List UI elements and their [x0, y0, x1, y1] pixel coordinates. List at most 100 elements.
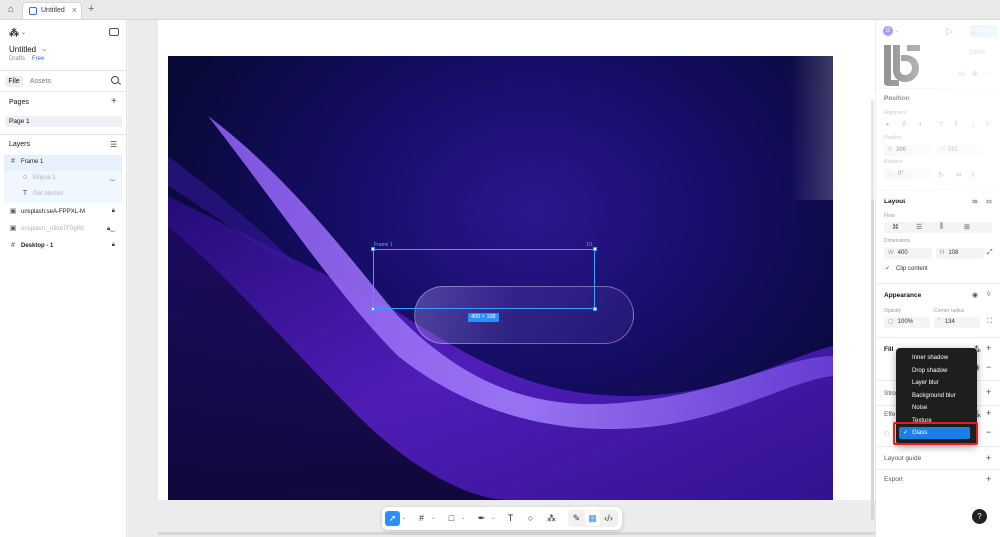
rotation-field[interactable]: ∟ 0°: [884, 169, 932, 180]
drafts-label[interactable]: Drafts: [9, 56, 25, 62]
draw-mode-icon[interactable]: ✎: [569, 511, 584, 526]
add-fill-icon[interactable]: +: [986, 344, 991, 353]
rectangle-tool-icon[interactable]: □: [444, 511, 459, 526]
layer-row[interactable]: # Frame 1: [4, 155, 122, 171]
move-tool-icon[interactable]: ➚: [385, 511, 400, 526]
add-page-icon[interactable]: +: [111, 97, 117, 107]
layer-row[interactable]: ○ Ellipse 1 ‿: [4, 171, 122, 187]
chevron-down-icon[interactable]: ⌄: [402, 515, 406, 521]
vertical-scrollbar[interactable]: [871, 100, 874, 520]
resize-handle[interactable]: [371, 307, 375, 311]
avatar[interactable]: G: [883, 26, 893, 36]
height-field[interactable]: H 108: [936, 248, 984, 259]
x-field[interactable]: X 386: [884, 145, 932, 156]
dev-mode-icon[interactable]: ‹/›: [601, 511, 616, 526]
flow-vertical-icon[interactable]: ☰: [916, 223, 922, 231]
remove-fill-icon[interactable]: −: [986, 363, 991, 372]
menu-item-background-blur[interactable]: Background blur: [896, 390, 977, 402]
chevron-down-icon[interactable]: ⌄: [895, 28, 899, 34]
selection-box[interactable]: [373, 249, 595, 309]
browser-tab[interactable]: Untitled ×: [22, 2, 82, 19]
flow-selector[interactable]: [884, 222, 992, 233]
flip-horizontal-icon[interactable]: ⇹: [956, 171, 962, 179]
chevron-down-icon[interactable]: ⌄: [21, 29, 26, 36]
new-tab-icon[interactable]: +: [88, 3, 94, 15]
align-top-icon[interactable]: ⊤: [938, 121, 944, 129]
tab-file[interactable]: File: [5, 76, 23, 87]
flow-label: Flow: [884, 213, 895, 219]
clip-content-checkbox[interactable]: ✓: [885, 266, 892, 273]
eye-icon[interactable]: ◉: [972, 291, 978, 299]
layer-row[interactable]: ▣ unsplash:_n9ze7F0gRo 🔒︎‿: [4, 222, 122, 238]
chevron-down-icon[interactable]: ⌄: [491, 515, 495, 521]
play-icon[interactable]: ▷: [946, 26, 953, 37]
flow-freeform-icon[interactable]: ⌘: [892, 223, 899, 231]
layout-grid-icon[interactable]: ⊞: [972, 197, 978, 205]
layer-row[interactable]: ▣ unsplash:seA-FPPXL-M 🔒︎: [4, 205, 122, 221]
zoom-level[interactable]: 106%: [969, 49, 986, 56]
distribute-icon[interactable]: ⦀: [986, 121, 989, 129]
panel-toggle-icon[interactable]: [109, 28, 119, 36]
resize-handle[interactable]: [593, 247, 597, 251]
design-mode-icon[interactable]: ▦: [585, 511, 600, 526]
file-name[interactable]: Untitled: [9, 45, 36, 54]
rotate-icon[interactable]: ↻: [938, 171, 944, 179]
align-middle-icon[interactable]: ⫪: [954, 121, 958, 129]
chevron-down-icon[interactable]: ⌄: [431, 515, 435, 521]
independent-corners-icon[interactable]: ⛶: [987, 318, 992, 326]
align-left-icon[interactable]: ⫦: [886, 121, 890, 129]
auto-layout-icon[interactable]: ⊟: [986, 197, 992, 205]
menu-item-inner-shadow[interactable]: Inner shadow: [896, 352, 977, 364]
lock-icon[interactable]: 🔒︎: [112, 208, 115, 215]
tab-assets[interactable]: Assets: [30, 76, 51, 87]
remove-effect-icon[interactable]: −: [986, 428, 991, 437]
component-icon[interactable]: ✥: [972, 70, 978, 78]
lock-icon[interactable]: 🔒︎: [112, 242, 115, 249]
layers-list-icon[interactable]: ☰: [110, 141, 119, 149]
chevron-down-icon[interactable]: ⌄: [42, 46, 47, 53]
actions-tool-icon[interactable]: ⁂: [544, 511, 559, 526]
figma-logo-icon[interactable]: ⁂: [9, 28, 21, 40]
layer-row[interactable]: T Get blurred: [4, 187, 122, 203]
frame-tool-icon[interactable]: #: [414, 511, 429, 526]
corner-radius-field[interactable]: ⌜ 134: [934, 317, 980, 328]
align-bottom-icon[interactable]: ⊥: [970, 121, 976, 129]
add-effect-icon[interactable]: +: [986, 409, 991, 418]
align-center-h-icon[interactable]: ⫩: [902, 121, 906, 129]
share-button[interactable]: Share: [970, 25, 998, 37]
comment-tool-icon[interactable]: ○: [523, 511, 538, 526]
flow-horizontal-icon[interactable]: ⫼: [940, 223, 943, 231]
width-field[interactable]: W 400: [884, 248, 932, 259]
menu-item-layer-blur[interactable]: Layer blur: [896, 377, 977, 389]
code-icon[interactable]: ‹/›: [958, 71, 965, 78]
opacity-field[interactable]: ▢ 100%: [884, 317, 930, 328]
menu-item-drop-shadow[interactable]: Drop shadow: [896, 365, 977, 377]
add-layout-guide-icon[interactable]: +: [986, 454, 991, 463]
lock-icon[interactable]: 🔒︎‿: [107, 225, 115, 233]
resize-handle[interactable]: [593, 307, 597, 311]
menu-item-noise[interactable]: Noise: [896, 402, 977, 414]
pen-tool-icon[interactable]: ✒: [474, 511, 489, 526]
more-icon[interactable]: ⋯: [986, 70, 993, 78]
search-icon[interactable]: [111, 76, 119, 84]
layer-row[interactable]: # Desktop - 1 🔒︎: [4, 239, 122, 255]
canvas[interactable]: Frame 1 1/1 400 × 108: [128, 20, 875, 537]
close-icon[interactable]: ×: [72, 5, 77, 15]
add-stroke-icon[interactable]: +: [986, 388, 991, 397]
home-icon[interactable]: ⌂: [5, 4, 17, 16]
effect-toggle-icon[interactable]: ◌: [884, 429, 889, 438]
blend-mode-icon[interactable]: ◊: [987, 291, 990, 298]
y-field[interactable]: Y 581: [936, 145, 984, 156]
flip-vertical-icon[interactable]: ⇕: [970, 171, 976, 179]
flow-grid-icon[interactable]: ⊞: [964, 223, 970, 231]
align-right-icon[interactable]: ⫞: [918, 121, 922, 129]
resize-icon[interactable]: ⤢: [987, 249, 993, 257]
add-export-icon[interactable]: +: [986, 475, 991, 484]
chevron-down-icon[interactable]: ⌄: [461, 515, 465, 521]
hidden-eye-icon[interactable]: ‿: [110, 174, 115, 181]
page-item[interactable]: Page 1: [5, 116, 122, 127]
help-button[interactable]: ?: [972, 509, 987, 524]
image-icon: ▣: [9, 208, 17, 215]
horizontal-scrollbar[interactable]: [158, 532, 875, 535]
text-tool-icon[interactable]: T: [503, 511, 518, 526]
